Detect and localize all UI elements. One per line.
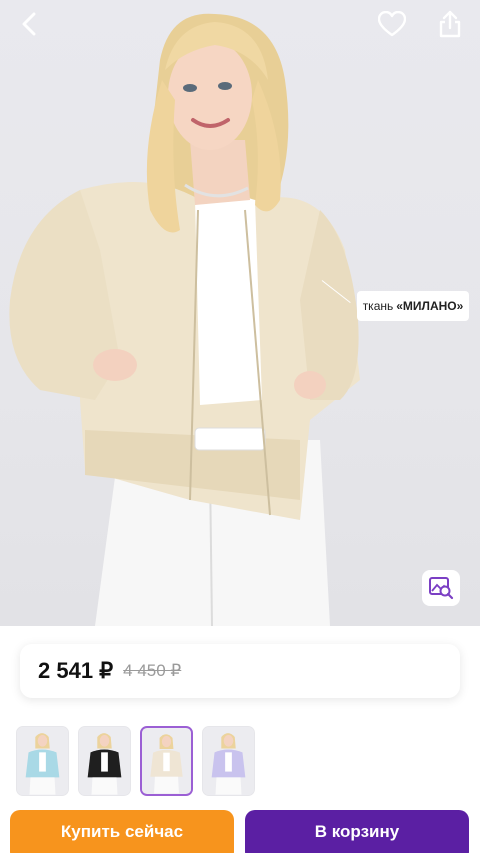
variant-preview-image [79,727,130,795]
share-button[interactable] [430,8,470,40]
favorite-button[interactable] [372,8,412,40]
color-variants [16,726,255,796]
fabric-tag[interactable]: ткань «МИЛАНО» [357,291,469,321]
current-price: 2 541 ₽ [38,658,114,683]
variant-thumbnail[interactable] [16,726,69,796]
visual-search-button[interactable] [422,570,460,606]
fabric-tag-name: «МИЛАНО» [396,299,464,313]
fabric-tag-prefix: ткань [362,299,394,313]
heart-icon [378,11,406,37]
back-button[interactable] [10,8,50,40]
image-search-icon [429,577,454,600]
variant-thumbnail[interactable] [140,726,193,796]
variant-preview-image [17,727,68,795]
variant-preview-image [142,728,191,794]
old-price: 4 450 ₽ [123,661,182,680]
variant-thumbnail[interactable] [78,726,131,796]
product-photo[interactable]: ткань «МИЛАНО» [0,0,480,626]
variant-preview-image [203,727,254,795]
share-icon [439,10,461,38]
buy-now-button[interactable]: Купить сейчас [10,810,234,853]
chevron-left-icon [22,12,36,36]
price-card: 2 541 ₽ 4 450 ₽ [20,644,460,698]
add-to-cart-button[interactable]: В корзину [245,810,469,853]
variant-thumbnail[interactable] [202,726,255,796]
